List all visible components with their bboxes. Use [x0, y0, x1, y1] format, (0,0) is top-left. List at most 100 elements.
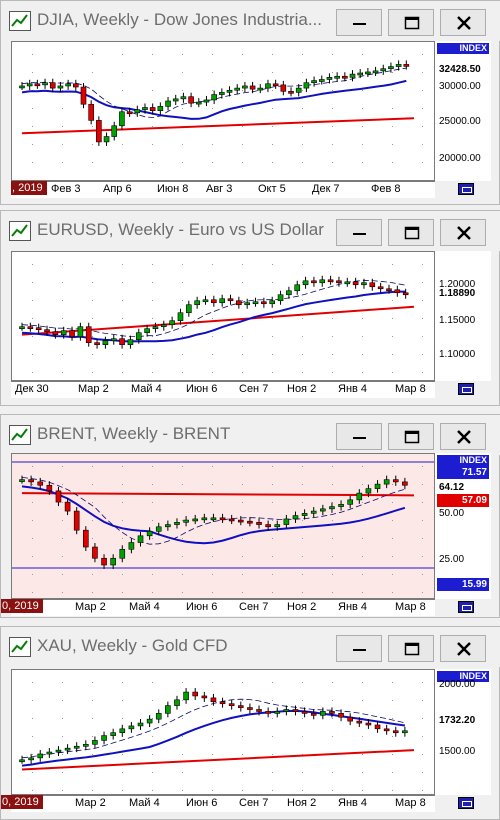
candle[interactable]: [96, 116, 102, 146]
candle[interactable]: [252, 297, 259, 307]
price-chart[interactable]: [11, 453, 435, 599]
candle[interactable]: [19, 81, 25, 90]
candle[interactable]: [157, 102, 164, 115]
candle[interactable]: [226, 86, 233, 97]
candle[interactable]: [92, 736, 98, 749]
chart-shift-button[interactable]: [458, 797, 474, 809]
maximize-button[interactable]: [388, 9, 434, 36]
candle[interactable]: [372, 66, 379, 76]
price-axis[interactable]: INDEX 71.57 64.12 57.09 50.00 25.00 15.9…: [435, 453, 491, 599]
candle[interactable]: [219, 513, 226, 523]
candle[interactable]: [101, 731, 107, 745]
candle[interactable]: [77, 322, 84, 341]
candle[interactable]: [37, 749, 44, 762]
candle[interactable]: [34, 79, 41, 89]
close-button[interactable]: [440, 635, 486, 662]
time-axis[interactable]: Дек 30 Мар 2 Май 4 Июн 6 Сен 7 Ноя 2 Янв…: [11, 381, 435, 398]
chart-window-brent[interactable]: BRENT, Weekly - BRENT INDEX 71.57 64.12 …: [0, 414, 500, 618]
candle[interactable]: [294, 280, 301, 295]
candle[interactable]: [27, 322, 34, 332]
time-axis[interactable]: Мар 2 Май 4 Июн 6 Сен 7 Ноя 2 Янв 4 Мар …: [11, 795, 435, 812]
candle[interactable]: [83, 526, 89, 552]
candle[interactable]: [269, 296, 276, 308]
candle[interactable]: [274, 707, 281, 718]
candle[interactable]: [356, 489, 363, 504]
candle[interactable]: [192, 514, 199, 525]
candle[interactable]: [394, 285, 401, 297]
candle[interactable]: [146, 715, 153, 728]
candle[interactable]: [247, 517, 253, 527]
candle[interactable]: [202, 295, 209, 305]
candle[interactable]: [119, 334, 125, 349]
candle[interactable]: [280, 80, 287, 96]
candle[interactable]: [327, 275, 334, 285]
candle[interactable]: [352, 277, 359, 289]
minimize-button[interactable]: [336, 423, 382, 450]
candle[interactable]: [395, 60, 402, 71]
candle[interactable]: [165, 701, 171, 718]
candle[interactable]: [174, 518, 180, 529]
chart-window-xau[interactable]: XAU, Weekly - Gold CFD INDEX 2000.00 173…: [0, 626, 500, 820]
candle[interactable]: [288, 87, 294, 97]
candle[interactable]: [211, 90, 217, 104]
candle[interactable]: [383, 724, 390, 735]
candle[interactable]: [19, 322, 25, 331]
candle[interactable]: [195, 98, 202, 108]
minimize-button[interactable]: [336, 9, 382, 36]
candle[interactable]: [310, 507, 317, 518]
candle[interactable]: [119, 545, 126, 563]
candle[interactable]: [283, 514, 290, 529]
candle[interactable]: [103, 132, 110, 146]
candle[interactable]: [247, 703, 253, 714]
candle[interactable]: [303, 78, 310, 93]
price-chart[interactable]: [11, 41, 435, 181]
candle[interactable]: [392, 726, 399, 737]
candle[interactable]: [201, 691, 208, 702]
maximize-button[interactable]: [388, 219, 434, 246]
candle[interactable]: [302, 276, 309, 289]
candle[interactable]: [265, 79, 271, 93]
candle[interactable]: [155, 709, 162, 724]
candle[interactable]: [169, 316, 175, 329]
candle[interactable]: [311, 276, 317, 287]
candle[interactable]: [65, 79, 71, 90]
candle[interactable]: [134, 105, 141, 117]
candle[interactable]: [237, 701, 244, 712]
title-bar[interactable]: EURUSD, Weekly - Euro vs US Dollar: [1, 211, 500, 251]
candle[interactable]: [265, 707, 271, 718]
price-axis[interactable]: INDEX 32428.50 30000.00 25000.00 20000.0…: [435, 41, 491, 181]
price-axis[interactable]: INDEX 2000.00 1732.20 1500.00: [435, 669, 491, 795]
close-button[interactable]: [440, 423, 486, 450]
candle[interactable]: [347, 713, 353, 726]
candle[interactable]: [146, 527, 153, 540]
close-button[interactable]: [440, 219, 486, 246]
candle[interactable]: [119, 724, 126, 737]
candle[interactable]: [380, 64, 387, 75]
candle[interactable]: [365, 67, 371, 78]
candle[interactable]: [203, 95, 210, 107]
candle[interactable]: [374, 480, 381, 493]
chart-shift-button[interactable]: [458, 601, 474, 613]
candle[interactable]: [227, 294, 234, 305]
candle[interactable]: [172, 94, 179, 106]
candle[interactable]: [402, 288, 409, 299]
candle[interactable]: [326, 73, 333, 84]
candle[interactable]: [49, 78, 56, 93]
candle[interactable]: [137, 719, 144, 730]
candle[interactable]: [128, 721, 135, 733]
candle[interactable]: [286, 286, 292, 299]
chart-window-djia[interactable]: DJIA, Weekly - Dow Jones Industria... IN…: [0, 0, 500, 205]
candle[interactable]: [73, 507, 80, 535]
candle[interactable]: [392, 475, 399, 486]
candle[interactable]: [228, 699, 235, 710]
candle[interactable]: [383, 475, 390, 489]
candle[interactable]: [319, 275, 326, 287]
maximize-button[interactable]: [388, 423, 434, 450]
candle[interactable]: [55, 486, 62, 507]
candle[interactable]: [174, 695, 180, 710]
candle[interactable]: [137, 531, 144, 547]
candle[interactable]: [349, 70, 356, 82]
candle[interactable]: [219, 88, 225, 99]
title-bar[interactable]: XAU, Weekly - Gold CFD: [1, 627, 500, 667]
candle[interactable]: [310, 709, 317, 720]
